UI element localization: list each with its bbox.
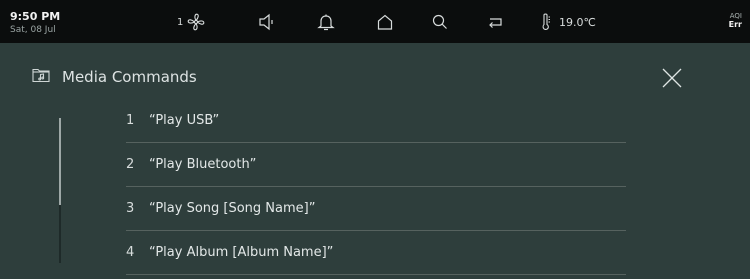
- temperature-value: 19.0℃: [559, 15, 596, 29]
- home-icon: [375, 12, 395, 32]
- list-item[interactable]: 2 “Play Bluetooth”: [126, 143, 626, 187]
- aqi-label: AQI: [729, 12, 742, 20]
- command-text: “Play USB”: [149, 113, 220, 128]
- command-number: 2: [126, 157, 135, 172]
- back-icon: [486, 12, 506, 32]
- clock-time: 9:50 PM: [10, 10, 61, 23]
- command-text: “Play Album [Album Name]”: [149, 245, 334, 260]
- scrollbar-thumb[interactable]: [59, 118, 61, 205]
- fan-control[interactable]: 1: [177, 11, 206, 33]
- list-item[interactable]: 1 “Play USB”: [126, 99, 626, 143]
- command-text: “Play Bluetooth”: [149, 157, 257, 172]
- command-text: “Play Song [Song Name]”: [149, 201, 316, 216]
- speaker-icon: [257, 12, 277, 32]
- back-button[interactable]: [486, 11, 506, 33]
- aqi-indicator: AQI Err: [729, 12, 742, 29]
- music-folder-icon: [32, 67, 50, 87]
- fan-icon: [186, 12, 206, 32]
- search-button[interactable]: [430, 11, 450, 33]
- command-number: 3: [126, 201, 135, 216]
- volume-button[interactable]: [257, 11, 277, 33]
- bell-icon: [316, 12, 336, 32]
- scrollbar[interactable]: [59, 118, 61, 263]
- command-number: 4: [126, 245, 135, 260]
- notifications-button[interactable]: [316, 11, 336, 33]
- list-item[interactable]: 4 “Play Album [Album Name]”: [126, 231, 626, 275]
- aqi-value: Err: [728, 20, 742, 29]
- search-icon: [430, 12, 450, 32]
- fan-level: 1: [177, 16, 184, 28]
- close-icon: [660, 68, 684, 94]
- close-button[interactable]: [660, 66, 684, 90]
- command-list: 1 “Play USB” 2 “Play Bluetooth” 3 “Play …: [126, 99, 626, 275]
- panel-header: Media Commands: [32, 66, 197, 88]
- home-button[interactable]: [375, 11, 395, 33]
- status-bar: 9:50 PM Sat, 08 Jul 1 19.0℃ AQI Err: [0, 0, 750, 43]
- clock-date: Sat, 08 Jul: [10, 25, 56, 35]
- thermometer-icon: [539, 12, 553, 32]
- page-title: Media Commands: [62, 68, 197, 86]
- command-number: 1: [126, 113, 135, 128]
- climate-temperature[interactable]: 19.0℃: [539, 11, 596, 33]
- list-item[interactable]: 3 “Play Song [Song Name]”: [126, 187, 626, 231]
